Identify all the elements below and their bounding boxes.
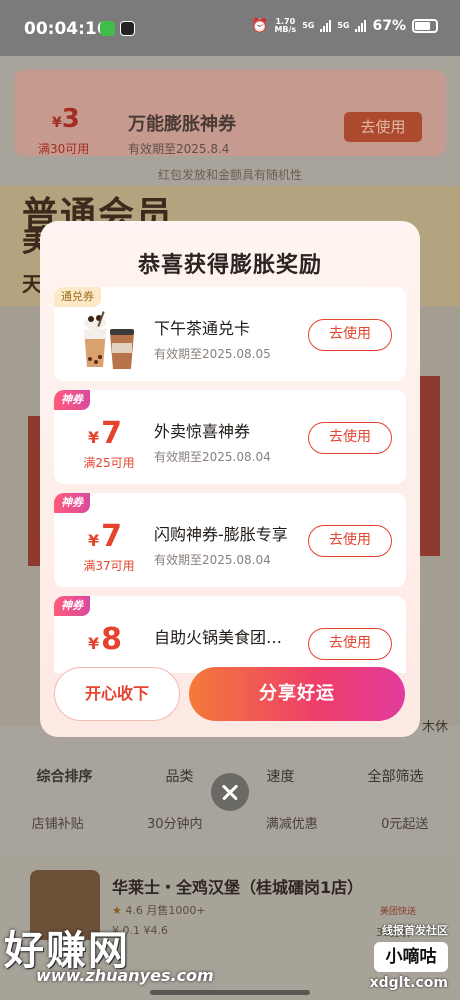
star-icon: ★: [112, 904, 122, 917]
use-button[interactable]: 去使用: [308, 422, 392, 454]
filter-sort: 综合排序: [36, 769, 93, 785]
amount-value: 3: [61, 104, 80, 134]
reward-name: 闪购神券-膨胀专享: [154, 525, 288, 544]
chip: 店铺补贴: [31, 816, 84, 832]
reward-name: 外卖惊喜神券: [154, 422, 251, 441]
reward-condition: 满25可用: [83, 456, 135, 470]
chip: 满减优惠: [265, 816, 318, 832]
reward-item: 神券 ¥7 满37可用 闪购神券-膨胀专享 有效期至2025.08.04 去使用: [54, 493, 406, 587]
net-speed: 1.70 MB/s: [274, 18, 296, 34]
shop-tag: 美团快送: [379, 907, 416, 917]
reward-modal: 恭喜获得膨胀奖励 通兑券 下午茶通兑卡 有效期至2025.08.05 去使用 神…: [40, 221, 420, 737]
reward-condition: 满37可用: [83, 559, 135, 573]
use-button[interactable]: 去使用: [308, 319, 392, 351]
currency-symbol: ¥: [88, 634, 100, 653]
reward-item: 通兑券 下午茶通兑卡 有效期至2025.08.05 去使用: [54, 287, 406, 381]
chip: 0元起送: [381, 816, 429, 832]
currency-symbol: ¥: [52, 115, 62, 131]
use-button[interactable]: 去使用: [308, 628, 392, 660]
background-decoration: [420, 376, 440, 556]
filter-speed: 速度: [266, 769, 295, 785]
home-indicator[interactable]: [150, 990, 310, 995]
filter-all: 全部筛选: [367, 769, 424, 785]
background-coupon-condition: 满30可用: [38, 142, 90, 156]
status-time: 00:04:16: [24, 19, 109, 39]
modal-title: 恭喜获得膨胀奖励: [137, 253, 322, 278]
background-coupon-use-button: 去使用: [344, 112, 422, 142]
chip: 30分钟内: [146, 816, 203, 832]
watermark-caption: 线报首发社区: [382, 924, 448, 937]
close-icon[interactable]: [211, 773, 249, 811]
signal-1-icon: [320, 20, 332, 32]
reward-valid-date: 有效期至2025.08.04: [154, 450, 271, 464]
reward-name: 自助火锅美食团…: [154, 628, 283, 647]
reward-badge: 神券: [54, 390, 90, 410]
filter-category: 品类: [165, 769, 194, 785]
background-note: 红包发放和金额具有随机性: [157, 168, 302, 182]
share-button[interactable]: 分享好运: [189, 667, 405, 721]
currency-symbol: ¥: [88, 531, 100, 550]
use-button[interactable]: 去使用: [308, 525, 392, 557]
background-fragment-2: 天: [22, 272, 42, 296]
signal-2-label: 5G: [337, 21, 350, 30]
reward-amount: ¥8: [88, 622, 122, 657]
shop-meta: ★ 4.6 月售1000+: [112, 902, 206, 918]
amount-value: 7: [101, 519, 123, 554]
reward-amount: ¥7: [88, 416, 122, 451]
alarm-icon: ⏰: [251, 18, 269, 34]
accept-button[interactable]: 开心收下: [54, 667, 180, 721]
background-coupon-valid: 有效期至2025.8.4: [128, 142, 230, 156]
background-side-fragment: 木休: [421, 720, 448, 735]
shop-sales: 月售1000+: [146, 904, 206, 917]
battery-icon: [412, 19, 438, 33]
background-coupon-amount: ¥3: [52, 104, 80, 134]
status-right: ⏰ 1.70 MB/s 5G 5G 67%: [251, 18, 438, 34]
currency-symbol: ¥: [88, 428, 100, 447]
status-bar: 00:04:16 ⏰ 1.70 MB/s 5G 5G 67%: [0, 0, 460, 56]
wechat-icon: [100, 21, 115, 36]
background-coupon-name: 万能膨胀神券: [128, 114, 236, 135]
net-speed-unit: MB/s: [274, 25, 297, 34]
background-coupon: ¥3 满30可用 万能膨胀神券 有效期至2025.8.4 去使用: [14, 70, 446, 156]
reward-valid-date: 有效期至2025.08.05: [154, 347, 271, 361]
reward-name: 下午茶通兑卡: [154, 319, 251, 338]
amount-value: 8: [101, 622, 123, 657]
amount-value: 7: [101, 416, 123, 451]
battery-percent: 67%: [372, 18, 406, 34]
signal-1-label: 5G: [302, 21, 315, 30]
reward-badge: 神券: [54, 596, 90, 616]
reward-badge: 通兑券: [54, 287, 101, 307]
reward-item: 神券 ¥7 满25可用 外卖惊喜神券 有效期至2025.08.04 去使用: [54, 390, 406, 484]
watermark-badge: 小嘀咕: [374, 942, 448, 972]
reward-badge: 神券: [54, 493, 90, 513]
shop-rating: 4.6: [125, 904, 143, 917]
signal-2-icon: [355, 20, 367, 32]
watermark-url: www.zhuanyes.com: [36, 966, 214, 985]
shop-title: 华莱士・全鸡汉堡（桂城礌岗1店）: [112, 878, 364, 897]
reward-item: 神券 ¥8 自助火锅美食团… 去使用: [54, 596, 406, 673]
watermark-url-2: xdglt.com: [369, 975, 448, 991]
reward-list[interactable]: 通兑券 下午茶通兑卡 有效期至2025.08.05 去使用 神券 ¥7 满25可…: [54, 287, 406, 673]
reward-amount: ¥7: [88, 519, 122, 554]
milk-tea-icon: [84, 311, 134, 369]
reward-valid-date: 有效期至2025.08.04: [154, 553, 271, 567]
qq-icon: [120, 21, 135, 36]
